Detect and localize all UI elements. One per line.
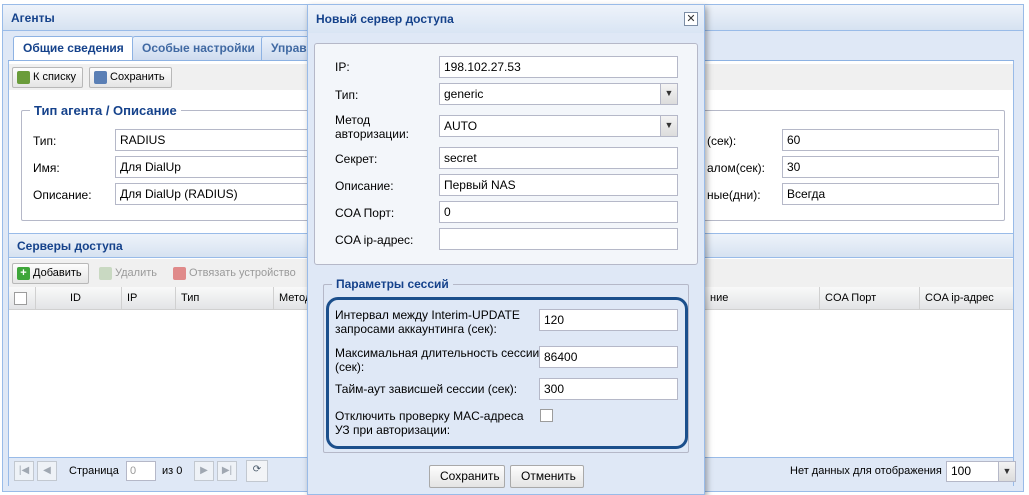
interim-input[interactable]: 120: [539, 309, 678, 331]
page-size-value: 100: [951, 464, 972, 478]
col-ip[interactable]: IP: [122, 287, 176, 310]
new-access-server-dialog: Новый сервер доступа ✕ IP: 198.102.27.53…: [307, 4, 705, 495]
agent-description-field[interactable]: Для DialUp (RADIUS): [115, 183, 310, 205]
page-number-input[interactable]: 0: [126, 461, 156, 481]
secret-input[interactable]: secret: [439, 147, 678, 169]
close-icon[interactable]: ✕: [684, 12, 698, 26]
max-duration-label: Максимальная длительность сессии (сек):: [335, 346, 540, 374]
last-page-icon[interactable]: ▶|: [217, 461, 237, 481]
agent-description-label: Описание:: [33, 188, 92, 202]
right-field-3-label: ные(дни):: [707, 188, 761, 202]
refresh-icon[interactable]: ⟳: [246, 460, 268, 482]
select-all-cell[interactable]: [9, 287, 36, 310]
plus-icon: +: [17, 267, 30, 280]
ip-label: IP:: [335, 60, 350, 74]
method-select-value: AUTO: [444, 119, 478, 133]
col-coa-port[interactable]: COA Порт: [820, 287, 920, 310]
secret-label: Секрет:: [335, 152, 378, 166]
page-size-select[interactable]: 100 ▼: [946, 461, 1016, 482]
empty-text: Нет данных для отображения: [790, 465, 942, 477]
next-page-icon[interactable]: ▶: [194, 461, 214, 481]
select-all-checkbox[interactable]: [14, 292, 27, 305]
disable-mac-check-checkbox[interactable]: [540, 409, 553, 422]
coa-ip-input[interactable]: [439, 228, 678, 250]
col-coa-ip[interactable]: COA ip-адрес: [920, 287, 1013, 310]
save-button[interactable]: Сохранить: [89, 67, 172, 88]
col-type[interactable]: Тип: [176, 287, 274, 310]
method-select[interactable]: AUTO ▼: [439, 115, 678, 137]
coa-ip-label: COA ip-адрес:: [335, 233, 414, 247]
agent-type-field[interactable]: RADIUS: [115, 129, 310, 151]
chevron-down-icon[interactable]: ▼: [660, 84, 677, 104]
agent-name-label: Имя:: [33, 161, 60, 175]
type-select[interactable]: generic ▼: [439, 83, 678, 105]
type-label: Тип:: [335, 88, 359, 102]
tab-special-settings[interactable]: Особые настройки: [132, 36, 265, 60]
col-id[interactable]: ID: [36, 287, 122, 310]
agent-type-label: Тип:: [33, 134, 57, 148]
coa-port-input[interactable]: 0: [439, 201, 678, 223]
tab-general[interactable]: Общие сведения: [13, 36, 134, 61]
mac-check-label: Отключить проверку MAC-адреса УЗ при авт…: [335, 409, 524, 437]
description-label: Описание:: [335, 179, 394, 193]
agent-type-legend: Тип агента / Описание: [34, 103, 177, 118]
list-icon: [17, 71, 30, 84]
coa-port-label: COA Порт:: [335, 206, 395, 220]
add-server-button[interactable]: + Добавить: [12, 263, 89, 284]
delete-server-button[interactable]: Удалить: [94, 263, 164, 284]
dialog-save-button[interactable]: Сохранить: [429, 465, 505, 488]
recycle-icon: [99, 267, 112, 280]
timeout-label: Тайм-аут зависшей сессии (сек):: [335, 382, 518, 396]
page-label: Страница: [69, 465, 119, 477]
unbind-device-button[interactable]: Отвязать устройство: [168, 263, 303, 284]
floppy-icon: [94, 71, 107, 84]
interim-label: Интервал между Interim-UPDATE запросами …: [335, 308, 520, 336]
session-params-legend: Параметры сессий: [336, 277, 449, 291]
timeout-input[interactable]: 300: [539, 378, 678, 400]
first-page-icon[interactable]: |◀: [14, 461, 34, 481]
method-label: Метод авторизации:: [335, 113, 409, 141]
ip-input[interactable]: 198.102.27.53: [439, 56, 678, 78]
description-input[interactable]: Первый NAS: [439, 174, 678, 196]
max-duration-input[interactable]: 86400: [539, 346, 678, 368]
minus-icon: [173, 267, 186, 280]
prev-page-icon[interactable]: ◀: [37, 461, 57, 481]
right-field-1-label: (сек):: [707, 134, 737, 148]
type-select-value: generic: [444, 87, 484, 101]
back-to-list-button[interactable]: К списку: [12, 67, 84, 88]
col-description[interactable]: ние: [705, 287, 820, 310]
right-field-2-input[interactable]: 30: [782, 156, 999, 178]
chevron-down-icon[interactable]: ▼: [998, 462, 1015, 481]
right-field-1-input[interactable]: 60: [782, 129, 999, 151]
agent-name-field[interactable]: Для DialUp: [115, 156, 310, 178]
right-field-2-label: алом(сек):: [707, 161, 765, 175]
dialog-cancel-button[interactable]: Отменить: [510, 465, 584, 488]
dialog-title: Новый сервер доступа: [308, 5, 704, 33]
right-field-3-input[interactable]: Всегда: [782, 183, 999, 205]
page-count-label: из 0: [162, 465, 183, 477]
chevron-down-icon[interactable]: ▼: [660, 116, 677, 136]
